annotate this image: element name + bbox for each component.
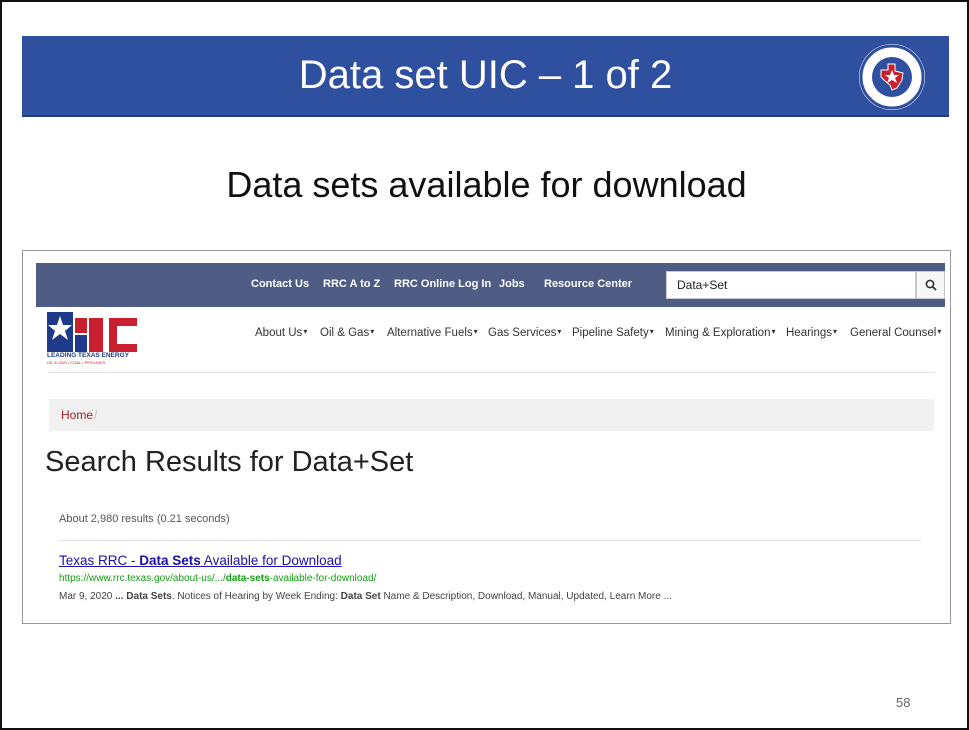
slide-page-number: 58 [896, 695, 911, 710]
breadcrumb-home-link[interactable]: Home [61, 408, 93, 422]
railroad-commission-seal-icon [859, 44, 925, 110]
caret-down-icon: ▾ [771, 327, 776, 336]
nav-item-oil-gas[interactable]: Oil & Gas▾ [320, 327, 374, 339]
breadcrumb-separator: / [94, 408, 98, 422]
header-divider [48, 372, 935, 373]
slide-subtitle: Data sets available for download [226, 164, 747, 205]
top-link-online-login[interactable]: RRC Online Log In [394, 278, 491, 290]
slide: Data set UIC – 1 of 2 Data sets availabl… [0, 0, 969, 730]
nav-item-pipeline-safety[interactable]: Pipeline Safety▾ [572, 327, 654, 339]
slide-title: Data set UIC – 1 of 2 [298, 53, 673, 97]
result-url: https://www.rrc.texas.gov/about-us/.../d… [59, 573, 377, 584]
caret-down-icon: ▾ [370, 327, 375, 336]
page-title: Search Results for Data+Set [45, 446, 414, 478]
caret-down-icon: ▾ [833, 327, 838, 336]
top-link-resource-center[interactable]: Resource Center [544, 278, 632, 290]
website-screenshot: Contact Us RRC A to Z RRC Online Log In … [22, 250, 951, 624]
caret-down-icon: ▾ [557, 327, 562, 336]
breadcrumb: Home / [49, 399, 934, 431]
main-navigation: About Us▾ Oil & Gas▾ Alternative Fuels▾ … [23, 327, 950, 355]
title-bar: Data set UIC – 1 of 2 [22, 36, 949, 117]
nav-item-about-us[interactable]: About Us▾ [255, 327, 307, 339]
nav-item-alternative-fuels[interactable]: Alternative Fuels▾ [387, 327, 478, 339]
search-button[interactable] [916, 271, 945, 299]
top-link-contact-us[interactable]: Contact Us [251, 278, 309, 290]
result-title-link[interactable]: Texas RRC - Data Sets Available for Down… [59, 553, 342, 568]
search-input[interactable]: Data+Set [666, 271, 916, 299]
nav-item-general-counsel[interactable]: General Counsel▾ [850, 327, 941, 339]
caret-down-icon: ▾ [473, 327, 478, 336]
nav-item-mining-exploration[interactable]: Mining & Exploration▾ [665, 327, 776, 339]
top-link-jobs[interactable]: Jobs [499, 278, 525, 290]
top-link-rrc-a-to-z[interactable]: RRC A to Z [323, 278, 380, 290]
nav-item-gas-services[interactable]: Gas Services▾ [488, 327, 561, 339]
result-snippet: Mar 9, 2020 ... Data Sets. Notices of He… [59, 591, 672, 602]
results-count: About 2,980 results (0.21 seconds) [59, 513, 230, 525]
search-icon [925, 277, 937, 293]
logo-subline: OIL & GAS • COAL • PIPELINES [47, 360, 106, 365]
nav-item-hearings[interactable]: Hearings▾ [786, 327, 837, 339]
caret-down-icon: ▾ [937, 327, 942, 336]
caret-down-icon: ▾ [303, 327, 308, 336]
top-navigation-bar: Contact Us RRC A to Z RRC Online Log In … [36, 263, 945, 307]
results-divider [59, 540, 921, 541]
caret-down-icon: ▾ [649, 327, 654, 336]
